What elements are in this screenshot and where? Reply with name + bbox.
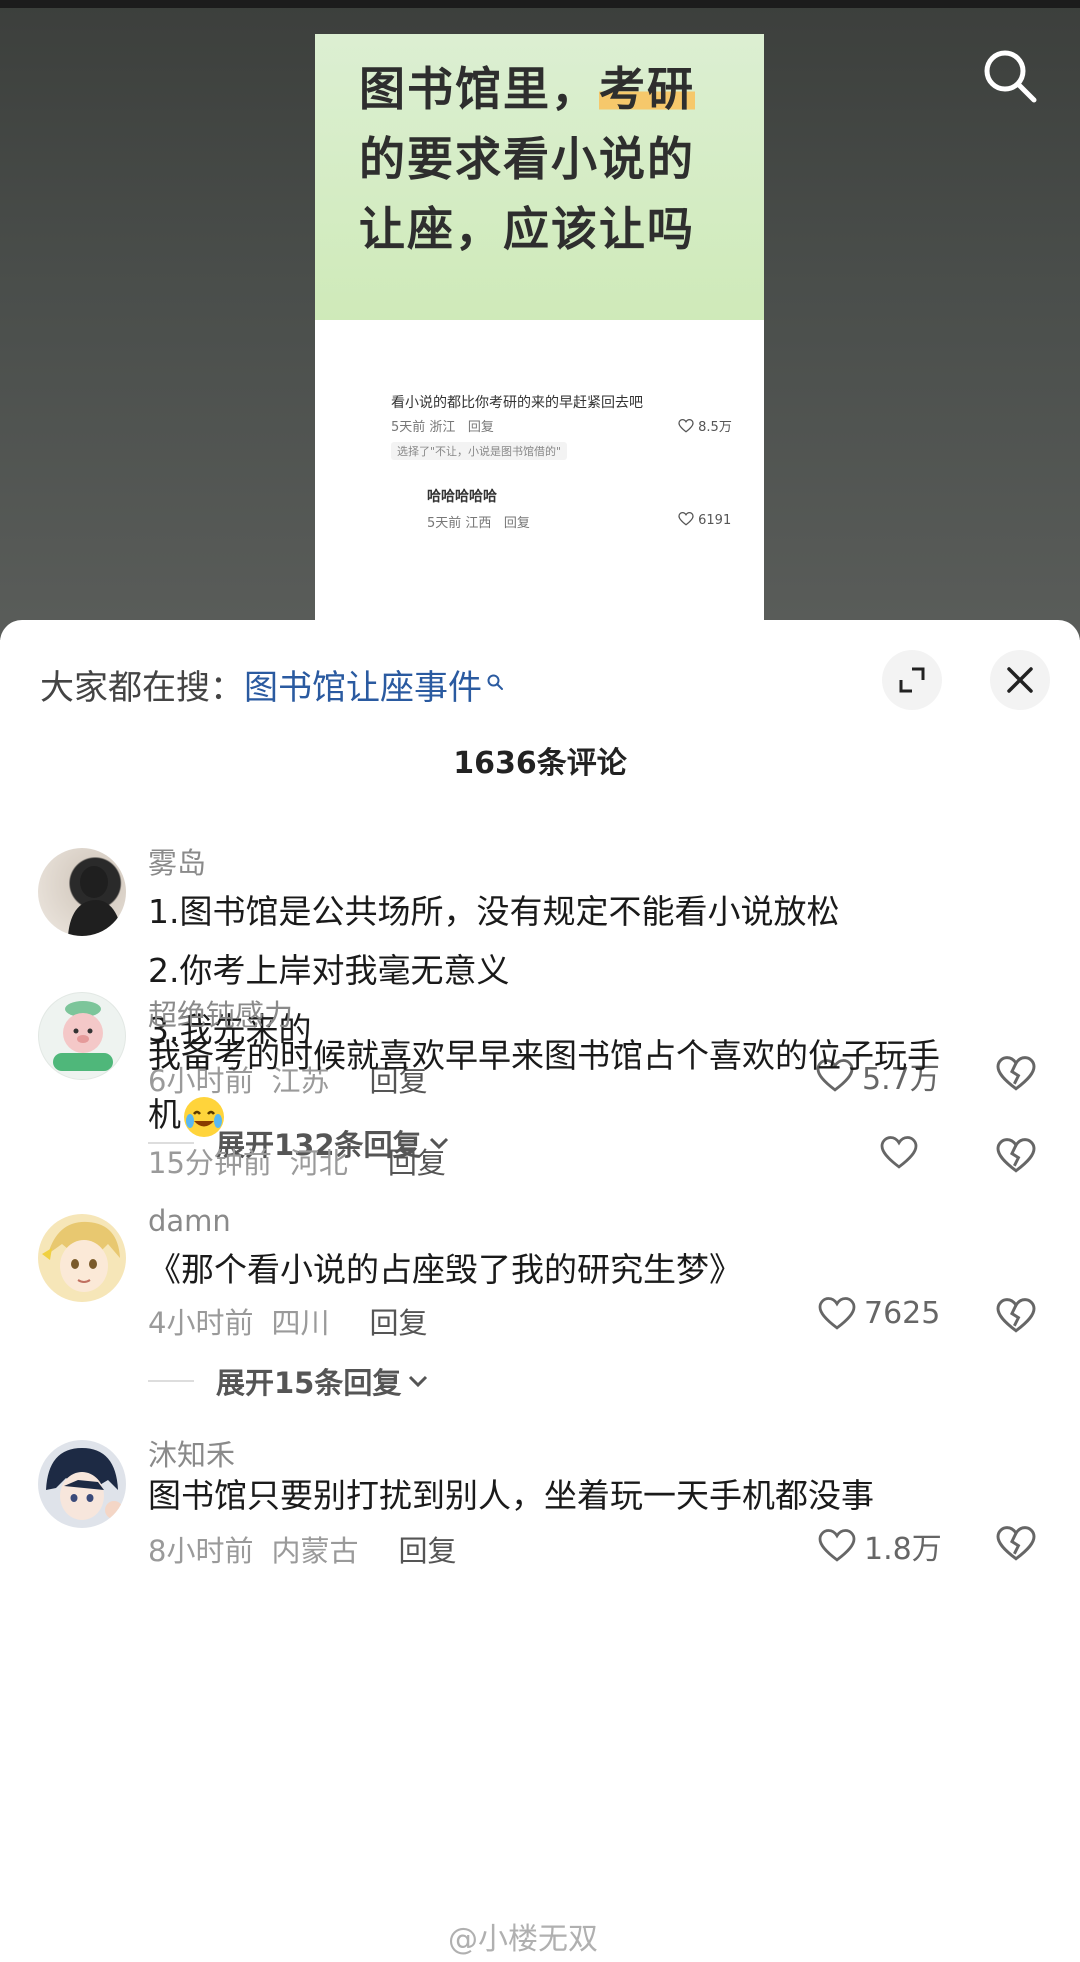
poster-like-count: 6191: [698, 513, 732, 528]
comment-username[interactable]: damn: [148, 1204, 231, 1238]
reply-button[interactable]: 回复: [398, 1534, 456, 1568]
poster-comments: 看小说的都比你考研的来的早赶紧回去吧 5天前 浙江 回复 8.5万 选择了"不让…: [315, 320, 764, 640]
poster-comment-time: 5天前: [391, 420, 426, 435]
dislike-button[interactable]: [996, 1526, 1036, 1566]
avatar[interactable]: [38, 1440, 126, 1528]
comment-line: 1.图书馆是公共场所，没有规定不能看小说放松: [148, 892, 840, 931]
expand-button[interactable]: [882, 650, 942, 710]
broken-heart-icon: [996, 1298, 1036, 1333]
like-count: 7625: [864, 1296, 941, 1331]
comment-meta: 15分钟前 河北 回复: [148, 1140, 464, 1182]
poster-comment-reply: 回复: [503, 516, 530, 531]
comment-username[interactable]: 雾岛: [148, 840, 206, 882]
poster-comment-text: 看小说的都比你考研的来的早赶紧回去吧: [391, 395, 643, 411]
divider: [148, 1380, 194, 1382]
poster-title-line: 图书馆里，: [359, 62, 599, 116]
like-button[interactable]: 1.8万: [818, 1524, 942, 1568]
dislike-button[interactable]: [996, 1298, 1036, 1338]
comment-line-text: 机: [148, 1095, 181, 1134]
poster-title-line: 的要求看小说的: [359, 132, 695, 186]
avatar[interactable]: [38, 992, 126, 1080]
comment-text: 我备考的时候就喜欢早早来图书馆占个喜欢的位子玩手 机: [148, 1026, 1028, 1144]
poster-comment-location: 浙江: [429, 420, 456, 435]
poster-comment-meta: 5天前 浙江 回复: [391, 416, 494, 435]
comment-time: 8小时前: [148, 1534, 254, 1568]
broken-heart-icon: [996, 1138, 1036, 1173]
poster-like-count: 8.5万: [698, 420, 732, 435]
heart-icon: [678, 511, 694, 526]
poster-comment-text: 哈哈哈哈哈: [427, 489, 497, 505]
expand-replies-label: 展开15条回复: [216, 1366, 402, 1400]
comment-time: 4小时前: [148, 1306, 254, 1340]
comment-location: 内蒙古: [271, 1534, 359, 1568]
trending-search-keyword[interactable]: 图书馆让座事件: [244, 668, 482, 708]
status-strip: [0, 0, 1080, 8]
comment-location: 四川: [271, 1306, 330, 1340]
close-icon: [1007, 667, 1033, 693]
like-count: 1.8万: [864, 1532, 942, 1567]
expand-replies-button[interactable]: 展开15条回复: [148, 1360, 429, 1402]
comment-meta: 8小时前 内蒙古 回复: [148, 1528, 474, 1570]
search-icon: [486, 660, 504, 700]
poster-comment-reply: 回复: [467, 420, 494, 435]
reply-button[interactable]: 回复: [388, 1146, 446, 1180]
like-button[interactable]: [880, 1136, 926, 1170]
comment-text: 图书馆只要别打扰到别人，坐着玩一天手机都没事: [148, 1466, 1028, 1525]
heart-icon: [818, 1529, 856, 1562]
reply-button[interactable]: 回复: [369, 1306, 427, 1340]
poster-comment-location: 江西: [465, 516, 492, 531]
poster-comment-meta: 5天前 江西 回复: [427, 512, 530, 531]
avatar[interactable]: [38, 848, 126, 936]
poster-title-line: 让座，应该让吗: [359, 202, 695, 256]
broken-heart-icon: [996, 1526, 1036, 1561]
close-button[interactable]: [990, 650, 1050, 710]
chevron-down-icon: [409, 1375, 428, 1388]
poster-comment-likes: 8.5万: [678, 416, 732, 435]
heart-icon: [678, 418, 694, 433]
video-background: 图书馆里，考研 的要求看小说的 让座，应该让吗 看小说的都比你考研的来的早赶紧回…: [0, 0, 1080, 640]
poster-title-highlight: 考研: [599, 62, 695, 116]
crying-laughing-emoji: [181, 1094, 227, 1140]
comment-time: 15分钟前: [148, 1146, 272, 1180]
trending-search[interactable]: 大家都在搜：图书馆让座事件: [40, 660, 504, 709]
video-poster[interactable]: 图书馆里，考研 的要求看小说的 让座，应该让吗 看小说的都比你考研的来的早赶紧回…: [315, 34, 764, 640]
poster-comment-tag: 选择了"不让，小说是图书馆借的": [391, 442, 568, 460]
search-icon: [984, 50, 1037, 103]
comment-sheet: 大家都在搜：图书馆让座事件 1636条评论 雾岛 1.图书馆是公共场所，没有规定…: [0, 620, 1080, 1962]
like-button[interactable]: 7625: [818, 1296, 940, 1331]
comment-line: 图书馆只要别打扰到别人，坐着玩一天手机都没事: [148, 1476, 874, 1515]
dislike-button[interactable]: [996, 1138, 1036, 1178]
comment-count: 1636条评论: [453, 746, 627, 781]
avatar[interactable]: [38, 1214, 126, 1302]
watermark: @小楼无双: [448, 1922, 598, 1957]
comment-text: 《那个看小说的占座毁了我的研究生梦》: [148, 1240, 1028, 1299]
comment-line: 《那个看小说的占座毁了我的研究生梦》: [148, 1250, 742, 1289]
search-button[interactable]: [978, 44, 1042, 108]
heart-icon: [818, 1296, 856, 1330]
poster-comment-time: 5天前: [427, 516, 462, 531]
heart-icon: [880, 1136, 918, 1169]
comment-location: 河北: [289, 1146, 348, 1180]
trending-search-label: 大家都在搜：: [40, 668, 244, 708]
expand-icon: [899, 667, 925, 693]
poster-title: 图书馆里，考研 的要求看小说的 让座，应该让吗: [315, 34, 764, 320]
poster-comment-likes: 6191: [678, 511, 732, 528]
comment-meta: 4小时前 四川 回复: [148, 1300, 445, 1342]
comment-line: 我备考的时候就喜欢早早来图书馆占个喜欢的位子玩手: [148, 1036, 940, 1075]
